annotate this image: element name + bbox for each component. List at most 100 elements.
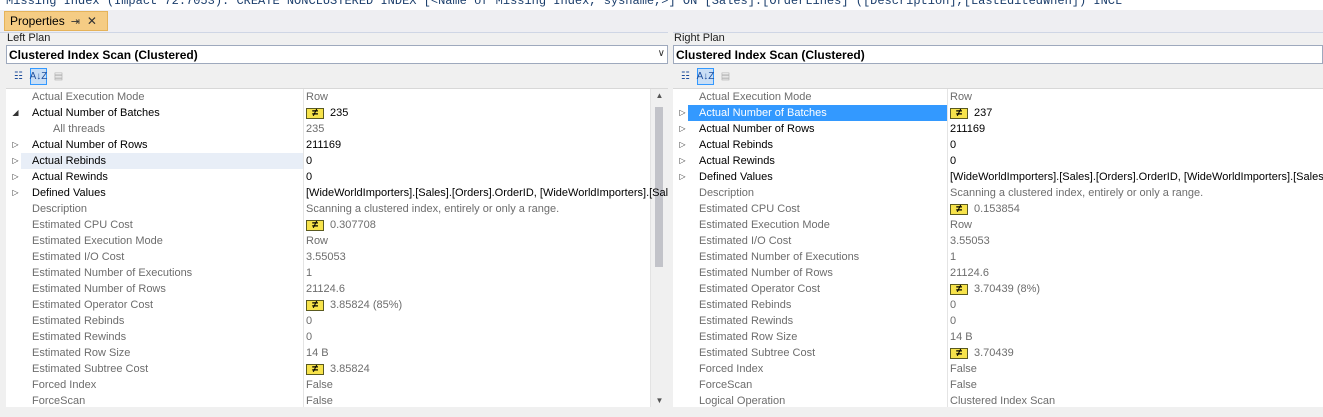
- property-row[interactable]: ▷ Actual Rewinds 0: [673, 153, 1323, 169]
- expand-arrow-icon[interactable]: ▷: [677, 105, 688, 121]
- property-row[interactable]: Estimated I/O Cost 3.55053: [6, 249, 668, 265]
- property-value[interactable]: False: [947, 361, 1323, 377]
- property-row[interactable]: Forced Index False: [6, 377, 668, 393]
- property-row[interactable]: All threads 235: [6, 121, 668, 137]
- expand-arrow-icon[interactable]: ▷: [10, 169, 21, 185]
- property-value[interactable]: ≠ 0.153854: [947, 201, 1323, 217]
- property-value[interactable]: 0: [947, 297, 1323, 313]
- expand-arrow-icon[interactable]: ▷: [10, 153, 21, 169]
- categorized-icon[interactable]: ☷: [677, 68, 694, 85]
- right-operator-select[interactable]: Clustered Index Scan (Clustered): [673, 45, 1323, 64]
- property-value[interactable]: ≠ 3.70439: [947, 345, 1323, 361]
- property-row[interactable]: ForceScan False: [673, 377, 1323, 393]
- property-value[interactable]: 0: [303, 169, 668, 185]
- left-operator-select[interactable]: Clustered Index Scan (Clustered) ∨: [6, 45, 668, 64]
- property-row[interactable]: Estimated I/O Cost 3.55053: [673, 233, 1323, 249]
- property-value[interactable]: 0: [303, 153, 668, 169]
- property-value[interactable]: 1: [947, 249, 1323, 265]
- property-value[interactable]: Row: [303, 89, 668, 105]
- property-value[interactable]: 3.55053: [947, 233, 1323, 249]
- property-row[interactable]: Estimated Rewinds 0: [673, 313, 1323, 329]
- property-row[interactable]: Estimated Subtree Cost ≠ 3.85824: [6, 361, 668, 377]
- expand-arrow-icon[interactable]: ▷: [677, 137, 688, 153]
- property-row[interactable]: Estimated Rebinds 0: [673, 297, 1323, 313]
- property-value[interactable]: ≠ 3.85824 (85%): [303, 297, 668, 313]
- property-value[interactable]: Row: [947, 217, 1323, 233]
- property-row[interactable]: Estimated Number of Executions 1: [6, 265, 668, 281]
- property-row[interactable]: Actual Execution Mode Row: [673, 89, 1323, 105]
- property-row[interactable]: ▷ Defined Values [WideWorldImporters].[Sal…: [673, 169, 1323, 185]
- property-row[interactable]: Estimated Number of Rows 21124.6: [6, 281, 668, 297]
- property-value[interactable]: False: [303, 377, 668, 393]
- property-row[interactable]: Estimated CPU Cost ≠ 0.153854: [673, 201, 1323, 217]
- property-pages-icon[interactable]: ▤: [717, 68, 734, 85]
- property-row[interactable]: Estimated Rewinds 0: [6, 329, 668, 345]
- property-row[interactable]: Estimated Operator Cost ≠ 3.70439 (8%): [673, 281, 1323, 297]
- property-value[interactable]: 0: [303, 329, 668, 345]
- property-value[interactable]: ≠ 3.70439 (8%): [947, 281, 1323, 297]
- chevron-down-icon[interactable]: ∨: [658, 48, 665, 59]
- expand-arrow-icon[interactable]: ▷: [677, 153, 688, 169]
- property-row[interactable]: ◢ Actual Number of Batches ≠ 235: [6, 105, 668, 121]
- property-row[interactable]: Description Scanning a clustered index, e…: [6, 201, 668, 217]
- property-row[interactable]: Logical Operation Clustered Index Scan: [673, 393, 1323, 407]
- categorized-icon[interactable]: ☷: [10, 68, 27, 85]
- property-value[interactable]: Scanning a clustered index, entirely or …: [947, 185, 1323, 201]
- property-row[interactable]: Actual Execution Mode Row: [6, 89, 668, 105]
- property-value[interactable]: False: [947, 377, 1323, 393]
- property-value[interactable]: False: [303, 393, 668, 407]
- expand-arrow-icon[interactable]: ▷: [10, 185, 21, 201]
- expand-arrow-icon[interactable]: ▷: [677, 169, 688, 185]
- property-row[interactable]: Estimated Row Size 14 B: [673, 329, 1323, 345]
- property-value[interactable]: ≠ 237: [947, 105, 1323, 121]
- property-value[interactable]: 0: [947, 137, 1323, 153]
- property-row[interactable]: Estimated Number of Executions 1: [673, 249, 1323, 265]
- property-value[interactable]: ≠ 235: [303, 105, 668, 121]
- property-value[interactable]: 21124.6: [303, 281, 668, 297]
- property-row[interactable]: Estimated Execution Mode Row: [673, 217, 1323, 233]
- property-value[interactable]: ≠ 0.307708: [303, 217, 668, 233]
- property-row[interactable]: Estimated Rebinds 0: [6, 313, 668, 329]
- property-row[interactable]: ▷ Defined Values [WideWorldImporters].[Sal…: [6, 185, 668, 201]
- property-value[interactable]: 0: [303, 313, 668, 329]
- expand-arrow-icon[interactable]: ◢: [10, 105, 21, 121]
- property-row[interactable]: ▷ Actual Number of Rows 211169: [6, 137, 668, 153]
- property-value[interactable]: 3.55053: [303, 249, 668, 265]
- property-value[interactable]: 21124.6: [947, 265, 1323, 281]
- pin-icon[interactable]: ⇥: [71, 15, 80, 28]
- property-value[interactable]: 235: [303, 121, 668, 137]
- property-value[interactable]: 14 B: [303, 345, 668, 361]
- property-value[interactable]: ≠ 3.85824: [303, 361, 668, 377]
- expand-arrow-icon[interactable]: ▷: [677, 121, 688, 137]
- alphabetical-sort-icon[interactable]: A↓Z: [30, 67, 47, 85]
- property-value[interactable]: Row: [303, 233, 668, 249]
- property-value[interactable]: 1: [303, 265, 668, 281]
- property-row[interactable]: Estimated CPU Cost ≠ 0.307708: [6, 217, 668, 233]
- property-value[interactable]: [WideWorldImporters].[Sales].[Orders].Or…: [303, 185, 668, 201]
- property-row[interactable]: ▷ Actual Number of Rows 211169: [673, 121, 1323, 137]
- property-value[interactable]: 211169: [303, 137, 668, 153]
- property-value[interactable]: 0: [947, 313, 1323, 329]
- property-row[interactable]: Forced Index False: [673, 361, 1323, 377]
- property-value[interactable]: 14 B: [947, 329, 1323, 345]
- property-row[interactable]: Estimated Execution Mode Row: [6, 233, 668, 249]
- property-value[interactable]: 0: [947, 153, 1323, 169]
- property-row[interactable]: ▷ Actual Rebinds 0: [6, 153, 668, 169]
- alphabetical-sort-icon[interactable]: A↓Z: [697, 67, 714, 85]
- property-row[interactable]: Estimated Row Size 14 B: [6, 345, 668, 361]
- property-pages-icon[interactable]: ▤: [50, 68, 67, 85]
- property-row[interactable]: Estimated Number of Rows 21124.6: [673, 265, 1323, 281]
- property-value[interactable]: Scanning a clustered index, entirely or …: [303, 201, 668, 217]
- expand-arrow-icon[interactable]: ▷: [10, 137, 21, 153]
- property-row[interactable]: ▷ Actual Rebinds 0: [673, 137, 1323, 153]
- properties-tab[interactable]: Properties ⇥ ✕: [4, 11, 108, 31]
- property-row[interactable]: Estimated Operator Cost ≠ 3.85824 (85%): [6, 297, 668, 313]
- property-row[interactable]: ▷ Actual Rewinds 0: [6, 169, 668, 185]
- property-row[interactable]: Description Scanning a clustered index, e…: [673, 185, 1323, 201]
- property-value[interactable]: Row: [947, 89, 1323, 105]
- property-value[interactable]: 211169: [947, 121, 1323, 137]
- property-row[interactable]: Estimated Subtree Cost ≠ 3.70439: [673, 345, 1323, 361]
- property-row[interactable]: ForceScan False: [6, 393, 668, 407]
- close-icon[interactable]: ✕: [87, 14, 97, 28]
- property-row[interactable]: ▷ Actual Number of Batches ≠ 237: [673, 105, 1323, 121]
